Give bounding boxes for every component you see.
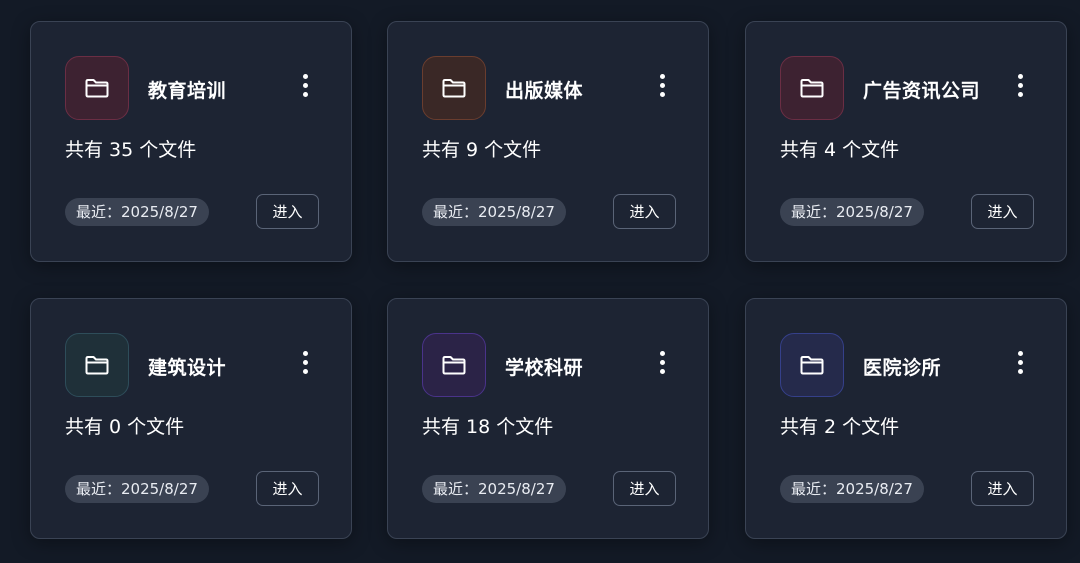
folder-icon bbox=[85, 356, 109, 375]
folder-icon bbox=[800, 356, 824, 375]
more-vertical-icon bbox=[659, 350, 665, 356]
more-options-button[interactable] bbox=[650, 345, 674, 379]
more-options-button[interactable] bbox=[1008, 68, 1032, 102]
folder-title: 学校科研 bbox=[505, 357, 584, 379]
more-options-button[interactable] bbox=[293, 345, 317, 379]
folder-title: 广告资讯公司 bbox=[863, 80, 981, 102]
folder-icon bbox=[800, 79, 824, 98]
folder-card[interactable]: 出版媒体 共有 9 个文件 最近：2025/8/27 进入 bbox=[387, 21, 709, 262]
folder-title: 医院诊所 bbox=[863, 357, 942, 379]
folder-icon-box bbox=[422, 56, 486, 120]
folder-grid: 教育培训 共有 35 个文件 最近：2025/8/27 进入 出版媒体 共有 9… bbox=[0, 0, 1080, 563]
enter-button[interactable]: 进入 bbox=[971, 194, 1034, 229]
more-vertical-icon-dot bbox=[659, 91, 665, 97]
last-modified-badge: 最近：2025/8/27 bbox=[422, 475, 566, 503]
more-vertical-icon-dot bbox=[302, 359, 308, 365]
more-vertical-icon bbox=[302, 350, 308, 356]
file-count: 共有 18 个文件 bbox=[422, 416, 554, 438]
folder-card[interactable]: 教育培训 共有 35 个文件 最近：2025/8/27 进入 bbox=[30, 21, 352, 262]
file-count: 共有 4 个文件 bbox=[780, 139, 900, 161]
last-modified-badge: 最近：2025/8/27 bbox=[65, 475, 209, 503]
folder-card[interactable]: 学校科研 共有 18 个文件 最近：2025/8/27 进入 bbox=[387, 298, 709, 539]
more-vertical-icon-dot bbox=[1017, 359, 1023, 365]
more-vertical-icon-dot bbox=[1017, 368, 1023, 374]
folder-icon bbox=[85, 79, 109, 98]
file-count: 共有 9 个文件 bbox=[422, 139, 542, 161]
folder-title: 建筑设计 bbox=[148, 357, 227, 379]
more-vertical-icon-dot bbox=[302, 82, 308, 88]
folder-icon-box bbox=[780, 333, 844, 397]
more-vertical-icon-dot bbox=[1017, 91, 1023, 97]
folder-title: 教育培训 bbox=[148, 80, 227, 102]
folder-icon bbox=[442, 79, 466, 98]
more-vertical-icon-dot bbox=[302, 368, 308, 374]
file-count: 共有 0 个文件 bbox=[65, 416, 185, 438]
folder-icon-box bbox=[422, 333, 486, 397]
more-vertical-icon bbox=[659, 73, 665, 79]
folder-icon-box bbox=[65, 56, 129, 120]
more-vertical-icon-dot bbox=[659, 359, 665, 365]
folder-card[interactable]: 广告资讯公司 共有 4 个文件 最近：2025/8/27 进入 bbox=[745, 21, 1067, 262]
enter-button[interactable]: 进入 bbox=[971, 471, 1034, 506]
more-vertical-icon bbox=[1017, 73, 1023, 79]
folder-card[interactable]: 医院诊所 共有 2 个文件 最近：2025/8/27 进入 bbox=[745, 298, 1067, 539]
enter-button[interactable]: 进入 bbox=[256, 471, 319, 506]
last-modified-badge: 最近：2025/8/27 bbox=[780, 475, 924, 503]
folder-card[interactable]: 建筑设计 共有 0 个文件 最近：2025/8/27 进入 bbox=[30, 298, 352, 539]
more-vertical-icon-dot bbox=[659, 82, 665, 88]
more-options-button[interactable] bbox=[650, 68, 674, 102]
more-vertical-icon-dot bbox=[659, 368, 665, 374]
more-vertical-icon-dot bbox=[1017, 82, 1023, 88]
enter-button[interactable]: 进入 bbox=[613, 194, 676, 229]
last-modified-badge: 最近：2025/8/27 bbox=[780, 198, 924, 226]
folder-icon-box bbox=[780, 56, 844, 120]
enter-button[interactable]: 进入 bbox=[256, 194, 319, 229]
more-options-button[interactable] bbox=[293, 68, 317, 102]
last-modified-badge: 最近：2025/8/27 bbox=[65, 198, 209, 226]
folder-icon-box bbox=[65, 333, 129, 397]
more-options-button[interactable] bbox=[1008, 345, 1032, 379]
file-count: 共有 35 个文件 bbox=[65, 139, 197, 161]
folder-icon bbox=[442, 356, 466, 375]
more-vertical-icon bbox=[302, 73, 308, 79]
folder-title: 出版媒体 bbox=[505, 80, 584, 102]
more-vertical-icon bbox=[1017, 350, 1023, 356]
enter-button[interactable]: 进入 bbox=[613, 471, 676, 506]
file-count: 共有 2 个文件 bbox=[780, 416, 900, 438]
more-vertical-icon-dot bbox=[302, 91, 308, 97]
last-modified-badge: 最近：2025/8/27 bbox=[422, 198, 566, 226]
